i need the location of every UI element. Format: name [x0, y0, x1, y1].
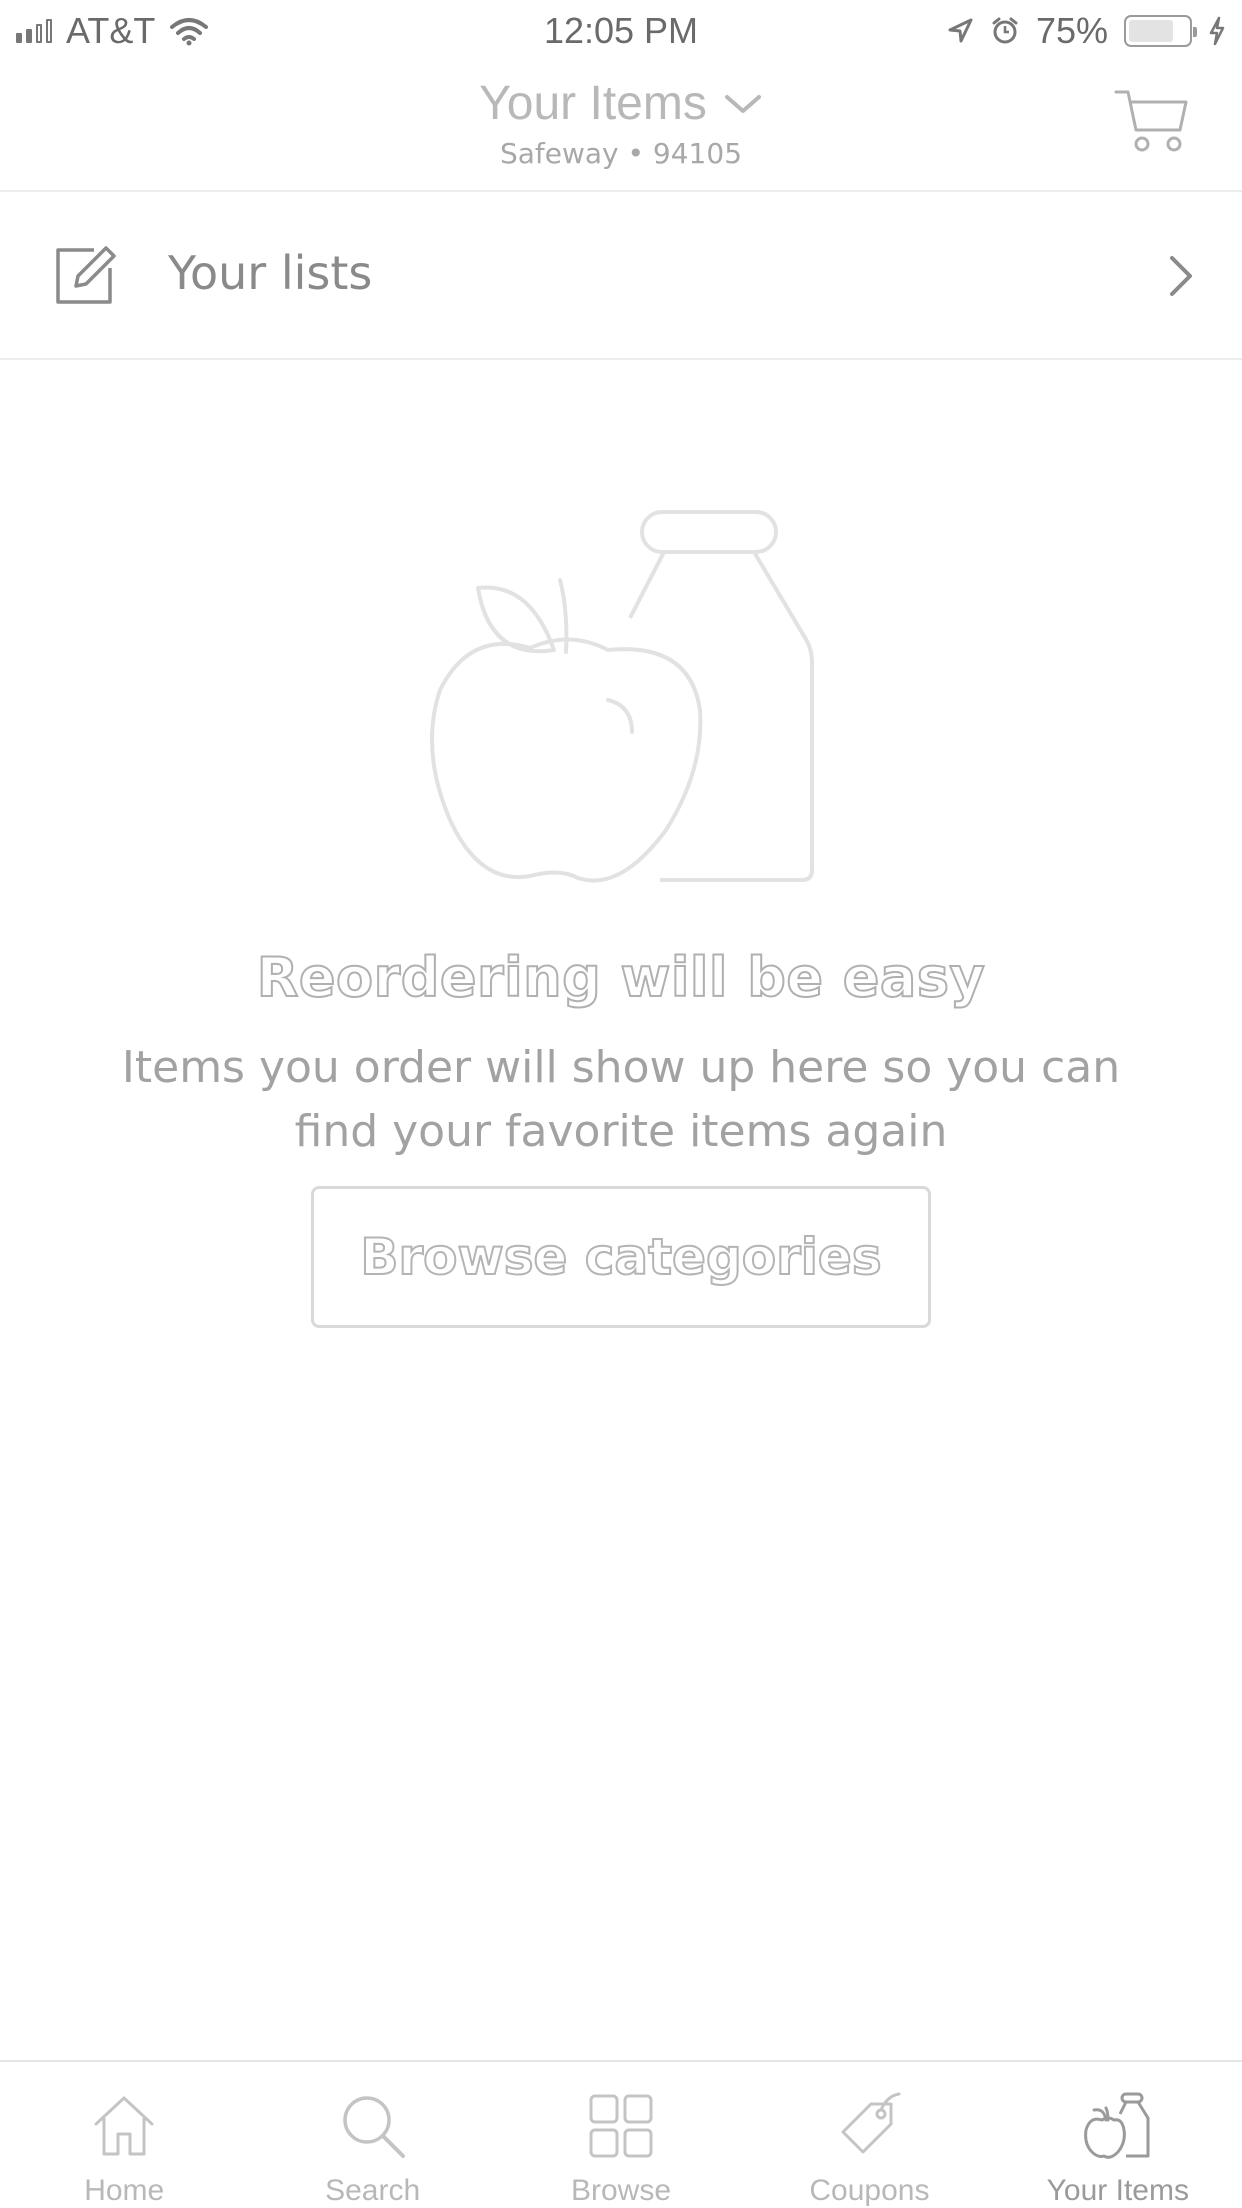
apple-milk-icon — [1083, 2092, 1150, 2159]
tab-label-browse: Browse — [570, 2174, 672, 2207]
grid-icon — [589, 2094, 653, 2158]
battery-percent: 75% — [1035, 10, 1108, 51]
header: Your Items Safeway • 94105 — [0, 62, 1242, 192]
tab-your-items[interactable]: Your Items — [994, 2062, 1242, 2208]
alarm-icon — [992, 17, 1018, 44]
cart-icon[interactable] — [1114, 86, 1190, 156]
edit-icon — [56, 246, 116, 304]
tab-bar: Home Search Browse Coupons Your Items — [0, 2060, 1242, 2208]
apple-milk-illustration — [430, 510, 814, 883]
home-icon — [94, 2096, 154, 2156]
search-icon — [342, 2096, 405, 2158]
signal-icon — [16, 19, 52, 43]
tab-label-your-items: Your Items — [1046, 2174, 1189, 2207]
store-selector[interactable]: Your Items Safeway • 94105 — [0, 76, 1242, 170]
your-lists-row[interactable]: Your lists — [0, 194, 1242, 360]
carrier-label: AT&T — [66, 10, 156, 51]
browse-categories-button[interactable]: Browse categories — [311, 1186, 931, 1328]
browse-categories-label: Browse categories — [359, 1227, 882, 1287]
battery-icon — [1124, 15, 1197, 47]
empty-state-body: Items you order will show up here so you… — [121, 1042, 1121, 1157]
location-icon — [948, 18, 973, 43]
tab-coupons[interactable]: Coupons — [745, 2062, 993, 2208]
status-bar: AT&T 12:05 PM 75% — [0, 0, 1242, 62]
tab-browse[interactable]: Browse — [497, 2062, 745, 2208]
tab-label-home: Home — [84, 2174, 165, 2207]
battery-level-fill — [1129, 20, 1173, 42]
your-lists-label: Your lists — [168, 246, 373, 300]
status-bar-left: AT&T — [16, 10, 209, 52]
chevron-down-icon — [724, 94, 761, 113]
store-subtitle: Safeway • 94105 — [499, 137, 743, 170]
empty-state-heading: Reordering will be easy — [256, 945, 986, 1010]
page-title: Your Items — [479, 77, 707, 130]
charging-icon — [1209, 16, 1225, 46]
tab-search[interactable]: Search — [248, 2062, 496, 2208]
tab-home[interactable]: Home — [0, 2062, 248, 2208]
chevron-right-icon — [1170, 256, 1192, 296]
tab-label-search: Search — [325, 2174, 421, 2207]
wifi-icon — [170, 18, 209, 46]
page-title-row[interactable]: Your Items — [479, 76, 763, 131]
tab-label-coupons: Coupons — [809, 2174, 930, 2207]
tag-icon — [841, 2092, 901, 2154]
status-bar-right: 75% — [946, 10, 1226, 52]
